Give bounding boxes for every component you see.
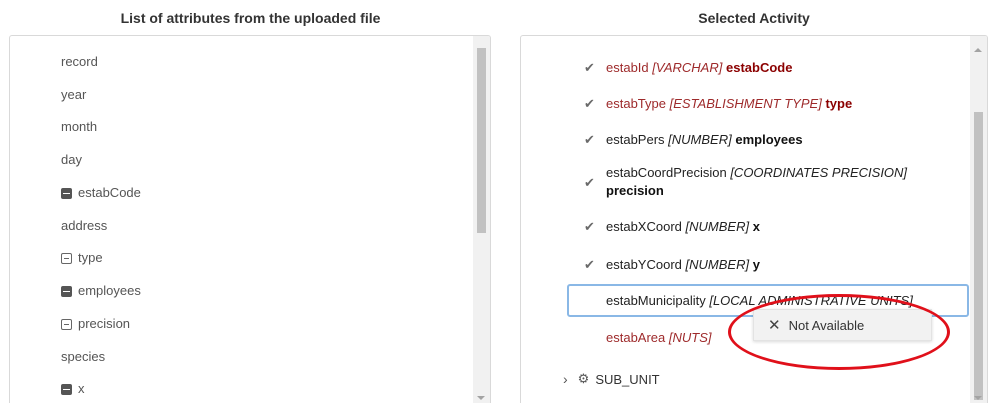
mapped-minus-icon (61, 285, 72, 297)
activity-item-type: [ESTABLISHMENT TYPE] (669, 96, 822, 111)
attribute-label: year (61, 87, 87, 102)
attribute-item-address[interactable]: address (61, 217, 107, 235)
attribute-item-precision[interactable]: precision (61, 315, 130, 333)
check-icon: ✔ (584, 96, 595, 111)
not-available-label: Not Available (788, 317, 865, 333)
attribute-item-type[interactable]: type (61, 249, 103, 267)
check-icon: ✔ (584, 132, 595, 147)
activity-item-estabpers[interactable]: ✔ estabPers [NUMBER] employees (584, 131, 803, 149)
activity-scrollbar[interactable] (970, 36, 987, 403)
close-icon: ✕ (768, 317, 781, 334)
activity-item-estabid[interactable]: ✔ estabId [VARCHAR] estabCode (584, 59, 793, 77)
attribute-item-year[interactable]: year (61, 86, 86, 104)
attribute-item-estabcode[interactable]: estabCode (61, 184, 141, 202)
attribute-item-x[interactable]: x (61, 380, 85, 398)
partial-minus-icon (61, 318, 72, 330)
activity-item-value: y (752, 257, 760, 272)
activity-item-name: estabYCoord (606, 257, 682, 272)
attribute-item-employees[interactable]: employees (61, 282, 141, 300)
attribute-label: address (61, 218, 108, 233)
activity-item-name: estabId (606, 60, 649, 75)
activity-item-value: x (752, 219, 760, 234)
partial-minus-icon (61, 252, 72, 264)
not-available-option[interactable]: ✕ Not Available (753, 309, 932, 341)
check-icon: ✔ (584, 219, 595, 234)
attribute-item-species[interactable]: species (61, 348, 105, 366)
activity-item-value: estabCode (725, 60, 793, 75)
check-icon: ✔ (584, 60, 595, 75)
selected-activity-panel[interactable]: ✔ estabId [VARCHAR] estabCode ✔ estabTyp… (520, 35, 988, 403)
gear-icon: ⚙ (577, 371, 590, 386)
scroll-down-arrow-icon[interactable] (477, 396, 485, 400)
activity-item-type: [NUMBER] (668, 132, 732, 147)
activity-item-estabxcoord[interactable]: ✔ estabXCoord [NUMBER] x (584, 218, 760, 236)
attribute-item-month[interactable]: month (61, 118, 97, 136)
mapped-minus-icon (61, 383, 72, 395)
sub-unit-node[interactable]: › ⚙ SUB_UNIT (563, 371, 660, 387)
attributes-scrollbar[interactable] (473, 36, 490, 403)
attributes-list-panel[interactable]: record year month day estabCode address … (9, 35, 491, 403)
attribute-label: type (78, 250, 103, 265)
attribute-label: record (61, 54, 98, 69)
activity-item-estabycoord[interactable]: ✔ estabYCoord [NUMBER] y (584, 256, 760, 274)
activity-item-estabtype[interactable]: ✔ estabType [ESTABLISHMENT TYPE] type (584, 95, 853, 113)
check-icon: ✔ (584, 175, 595, 190)
attribute-label: estabCode (78, 185, 141, 200)
activity-item-value: precision (606, 183, 664, 198)
activity-item-estabarea[interactable]: estabArea [NUTS] (606, 329, 712, 347)
attribute-item-record[interactable]: record (61, 53, 98, 71)
attribute-item-day[interactable]: day (61, 151, 82, 169)
activity-item-type: [NUMBER] (685, 257, 750, 272)
sub-unit-label: SUB_UNIT (595, 371, 660, 387)
scrollbar-thumb[interactable] (974, 112, 983, 400)
scroll-up-arrow-icon[interactable] (974, 48, 982, 52)
attribute-label: month (61, 119, 98, 134)
activity-item-name: estabXCoord (606, 219, 682, 234)
attribute-label: species (61, 349, 106, 364)
activity-item-type: [LOCAL ADMINISTRATIVE UNITS] (709, 293, 913, 308)
activity-item-type: [NUMBER] (685, 219, 750, 234)
activity-item-name: estabMunicipality (606, 293, 706, 308)
activity-item-estabcoordprecision[interactable]: ✔ estabCoordPrecision [COORDINATES PRECI… (584, 164, 908, 200)
activity-item-name: estabType (606, 96, 666, 111)
activity-item-name: estabArea (606, 330, 666, 345)
attribute-label: day (61, 152, 82, 167)
mapped-minus-icon (61, 187, 72, 199)
activity-item-type: [VARCHAR] (652, 60, 723, 75)
selected-activity-title: Selected Activity (698, 10, 810, 26)
attribute-label: employees (78, 283, 141, 298)
activity-item-value: type (825, 96, 853, 111)
scroll-down-arrow-icon[interactable] (974, 396, 982, 400)
attribute-label: x (78, 381, 85, 396)
activity-item-value: employees (735, 132, 803, 147)
activity-item-type: [NUTS] (668, 330, 712, 345)
activity-item-type: [COORDINATES PRECISION] (730, 165, 908, 180)
check-icon: ✔ (584, 257, 595, 272)
scrollbar-thumb[interactable] (477, 48, 486, 233)
activity-item-name: estabPers (606, 132, 665, 147)
chevron-right-icon[interactable]: › (563, 371, 568, 387)
attribute-label: precision (78, 316, 131, 331)
activity-item-name: estabCoordPrecision (606, 165, 727, 180)
attributes-list-title: List of attributes from the uploaded fil… (120, 10, 381, 26)
